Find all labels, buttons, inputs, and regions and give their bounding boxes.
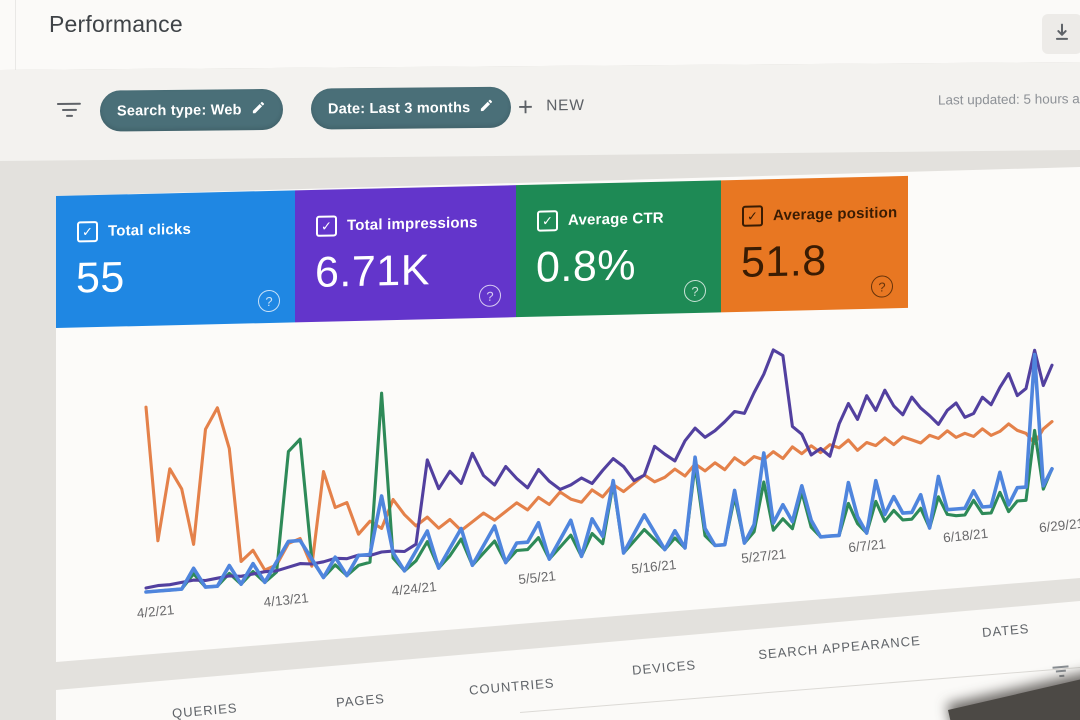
checked-checkbox-icon[interactable] [316,215,337,237]
checked-checkbox-icon[interactable] [742,205,763,227]
metric-card-average-ctr[interactable]: Average CTR 0.8% [516,180,721,318]
metric-card-average-position[interactable]: Average position 51.8 [721,175,908,313]
metric-card-total-clicks[interactable]: Total clicks 55 [56,190,295,328]
help-icon[interactable] [684,279,706,303]
help-icon[interactable] [871,275,893,298]
checked-checkbox-icon[interactable] [537,210,558,232]
metric-cards-row: Total clicks 55 Total impressions 6.71K … [56,175,908,328]
tab-countries[interactable]: COUNTRIES [469,675,556,697]
tab-pages[interactable]: PAGES [335,691,385,710]
search-console-performance-page: Performance Search type: Web Date: Last … [0,0,1080,720]
filter-chip-date[interactable]: Date: Last 3 months [310,86,512,130]
new-button-label: NEW [546,96,585,115]
filter-chip-search-type[interactable]: Search type: Web [99,88,283,132]
filter-chip-label: Date: Last 3 months [327,99,471,117]
metric-card-total-impressions[interactable]: Total impressions 6.71K [295,185,516,323]
metric-label: Average CTR [568,209,664,229]
table-filter-icon[interactable] [1051,665,1070,680]
filter-row: Search type: Web Date: Last 3 months + N… [0,0,1080,171]
new-filter-button[interactable]: + NEW [517,91,585,122]
filter-list-icon[interactable] [56,102,82,121]
tab-devices[interactable]: DEVICES [631,657,696,678]
help-icon[interactable] [479,284,501,308]
filter-chip-label: Search type: Web [116,101,242,119]
tab-search-appearance[interactable]: SEARCH APPEARANCE [758,633,922,662]
checked-checkbox-icon[interactable] [77,221,98,243]
last-updated-text: Last updated: 5 hours ago [937,91,1080,108]
pencil-icon[interactable] [251,100,266,119]
metric-label: Total clicks [108,220,191,240]
tab-dates[interactable]: DATES [981,621,1030,640]
tab-queries[interactable]: QUERIES [171,700,238,720]
metric-label: Total impressions [347,214,478,235]
help-icon[interactable] [258,289,280,313]
pencil-icon[interactable] [479,98,494,117]
metric-label: Average position [773,204,898,225]
plus-icon: + [517,91,534,122]
